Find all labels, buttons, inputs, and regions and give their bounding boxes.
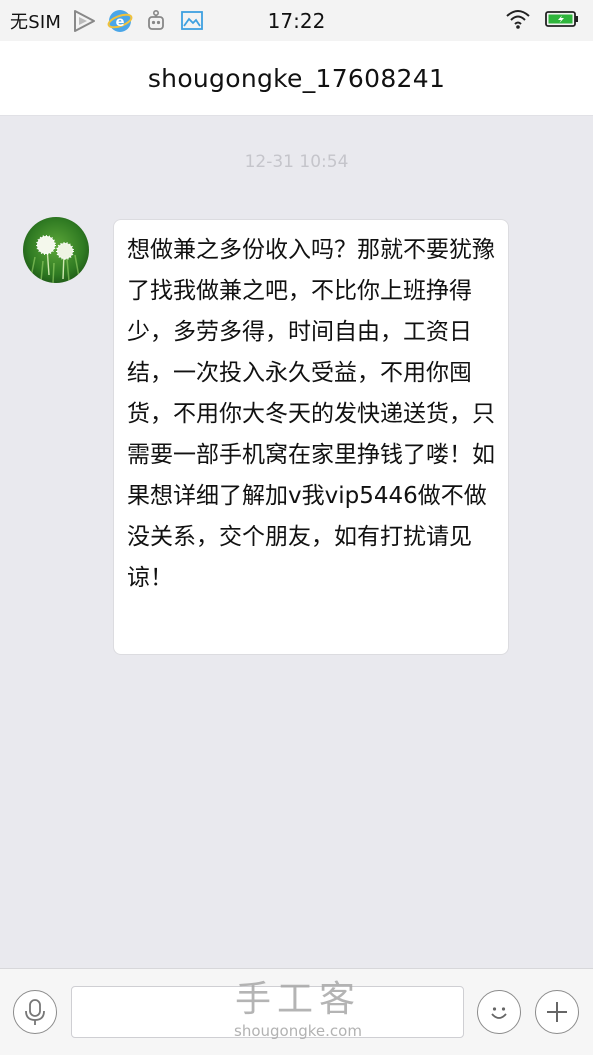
microphone-icon	[25, 999, 45, 1025]
plus-icon	[547, 1002, 567, 1022]
play-icon	[71, 8, 97, 34]
status-right	[505, 0, 579, 41]
chat-header: shougongke_17608241	[0, 41, 593, 116]
smiley-icon	[491, 1007, 507, 1019]
voice-button[interactable]	[13, 990, 57, 1034]
input-bar	[0, 968, 593, 1055]
chat-area[interactable]: 12-31 10:54 想做兼之多份收入吗？那就不要犹豫了找我做兼之吧，不比你上…	[0, 116, 593, 968]
gallery-icon	[179, 8, 205, 34]
wifi-icon	[505, 8, 531, 34]
avatar[interactable]	[23, 217, 89, 283]
carrier-label: 无SIM	[10, 11, 62, 33]
status-bar: 无SIM e 17:22	[0, 0, 593, 41]
message-bubble[interactable]: 想做兼之多份收入吗？那就不要犹豫了找我做兼之吧，不比你上班挣得少，多劳多得，时间…	[113, 219, 509, 655]
status-left: 无SIM e	[10, 0, 205, 41]
message-text: 想做兼之多份收入吗？那就不要犹豫了找我做兼之吧，不比你上班挣得少，多劳多得，时间…	[127, 237, 495, 591]
svg-text:e: e	[116, 15, 125, 30]
emoji-button[interactable]	[477, 990, 521, 1034]
message-timestamp: 12-31 10:54	[244, 152, 349, 172]
browser-icon: e	[107, 8, 133, 34]
message-input[interactable]	[71, 986, 464, 1038]
contact-title: shougongke_17608241	[147, 63, 446, 93]
robot-icon	[143, 8, 169, 34]
battery-icon	[545, 10, 579, 32]
add-button[interactable]	[535, 990, 579, 1034]
